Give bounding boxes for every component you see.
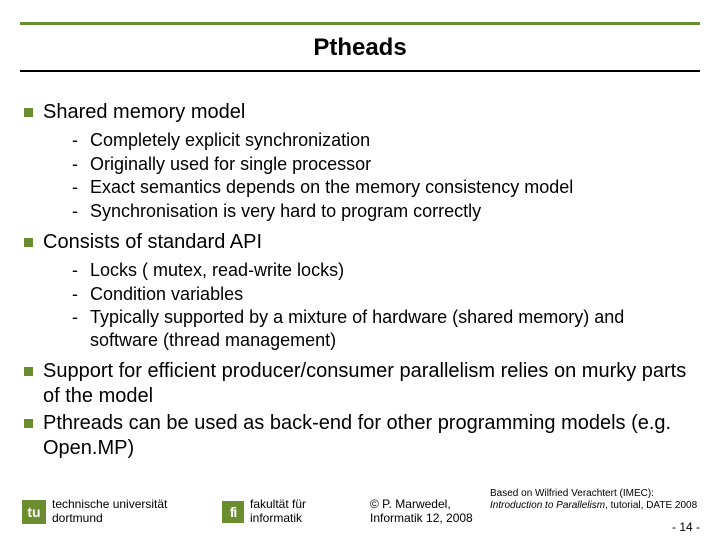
tu-line2: dortmund [52,512,167,526]
dash-bullet-icon: - [72,306,84,329]
bullet-level1: Consists of standard API [24,230,696,255]
dash-bullet-icon: - [72,200,84,223]
bullet-level2: -Exact semantics depends on the memory c… [72,176,696,199]
fi-line1: fakultät für [250,498,306,512]
bullet-level1: Shared memory model [24,100,696,125]
square-bullet-icon [24,108,33,117]
tu-logo-text: technische universität dortmund [52,498,167,526]
copy-line2: Informatik 12, 2008 [370,512,473,526]
tu-logo: tu technische universität dortmund [22,498,167,526]
bullet-text: Locks ( mutex, read-write locks) [90,259,344,282]
bullet-text: Synchronisation is very hard to program … [90,200,481,223]
copyright: © P. Marwedel, Informatik 12, 2008 [370,498,473,526]
copy-line1: © P. Marwedel, [370,498,473,512]
slide-content: Shared memory model -Completely explicit… [24,92,696,461]
top-divider [20,22,700,25]
bullet-level1: Support for efficient producer/consumer … [24,359,696,409]
slide-title: Ptheads [0,34,720,62]
footer: tu technische universität dortmund fi fa… [0,486,720,540]
bullet-text: Exact semantics depends on the memory co… [90,176,573,199]
sub-bullets: -Locks ( mutex, read-write locks) -Condi… [72,259,696,351]
bullet-level2: -Completely explicit synchronization [72,129,696,152]
bullet-level2: -Synchronisation is very hard to program… [72,200,696,223]
dash-bullet-icon: - [72,129,84,152]
tu-line1: technische universität [52,498,167,512]
bullet-text: Support for efficient producer/consumer … [43,359,696,409]
bullet-text: Completely explicit synchronization [90,129,370,152]
reference-citation: Based on Wilfried Verachtert (IMEC): Int… [490,488,700,512]
bullet-level2: -Typically supported by a mixture of har… [72,306,696,351]
sub-bullets: -Completely explicit synchronization -Or… [72,129,696,222]
dash-bullet-icon: - [72,283,84,306]
fi-logo: fi fakultät für informatik [222,498,306,526]
dash-bullet-icon: - [72,153,84,176]
ref-prefix: Based on Wilfried Verachtert (IMEC): [490,488,654,499]
ref-suffix: , tutorial, DATE 2008 [605,500,697,511]
bullet-text: Originally used for single processor [90,153,371,176]
bullet-text: Pthreads can be used as back-end for oth… [43,411,696,461]
dash-bullet-icon: - [72,259,84,282]
dash-bullet-icon: - [72,176,84,199]
bullet-level1: Pthreads can be used as back-end for oth… [24,411,696,461]
square-bullet-icon [24,419,33,428]
title-divider [20,70,700,72]
bullet-text: Typically supported by a mixture of hard… [90,306,696,351]
square-bullet-icon [24,367,33,376]
slide: Ptheads Shared memory model -Completely … [0,0,720,540]
tu-logo-mark: tu [22,500,46,524]
bullet-text: Condition variables [90,283,243,306]
bullet-level2: -Originally used for single processor [72,153,696,176]
ref-title: Introduction to Parallelism [490,500,605,511]
fi-line2: informatik [250,512,306,526]
bullet-level2: -Locks ( mutex, read-write locks) [72,259,696,282]
bullet-level2: -Condition variables [72,283,696,306]
bullet-text: Consists of standard API [43,230,262,255]
bullet-text: Shared memory model [43,100,245,125]
fi-logo-mark: fi [222,501,244,523]
square-bullet-icon [24,238,33,247]
fi-logo-text: fakultät für informatik [250,498,306,526]
page-number: - 14 - [672,520,700,534]
